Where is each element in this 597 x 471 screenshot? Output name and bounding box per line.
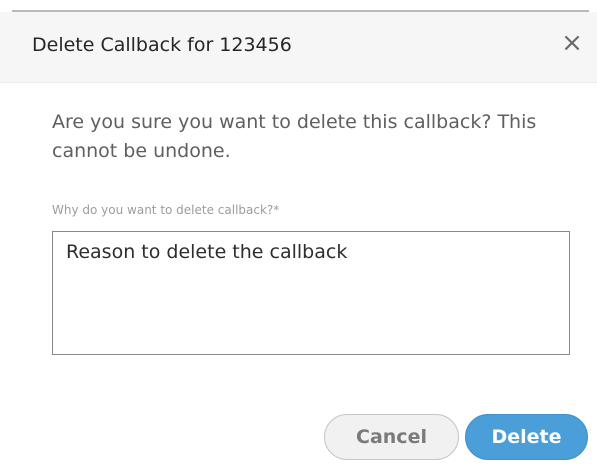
confirmation-message: Are you sure you want to delete this cal…: [52, 111, 537, 162]
delete-callback-dialog: Delete Callback for 123456 × Are you sur…: [0, 0, 597, 471]
close-icon[interactable]: ×: [558, 28, 586, 58]
cancel-button[interactable]: Cancel: [324, 414, 459, 460]
delete-button[interactable]: Delete: [465, 414, 588, 460]
dialog-title: Delete Callback for 123456: [32, 34, 292, 56]
reason-field-label: Why do you want to delete callback?*: [52, 203, 280, 217]
reason-textarea[interactable]: Reason to delete the callback: [52, 231, 570, 355]
